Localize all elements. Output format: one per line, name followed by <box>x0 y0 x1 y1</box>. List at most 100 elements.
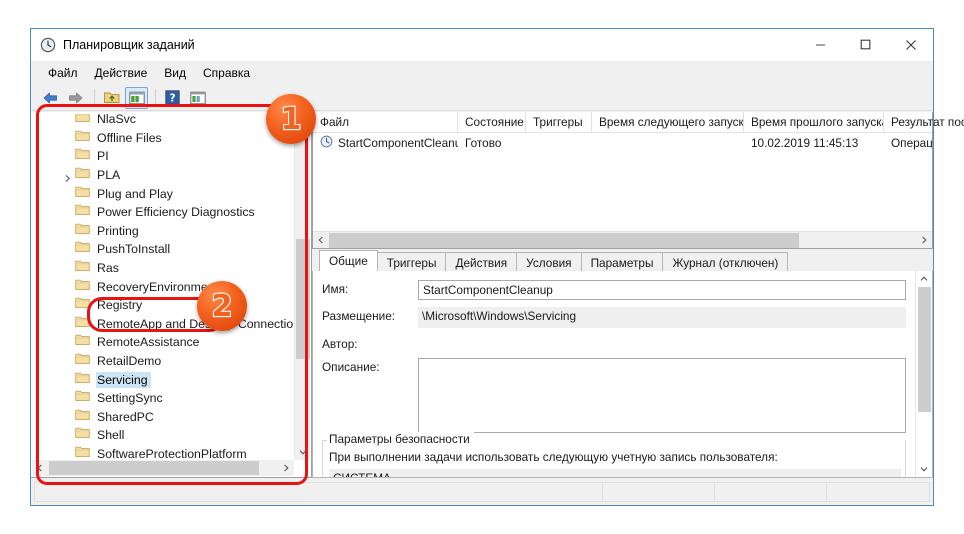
tree-node[interactable]: Shell <box>33 426 294 445</box>
column-header[interactable]: Файл <box>313 112 458 132</box>
help-icon[interactable]: ? <box>161 87 184 109</box>
name-label: Имя: <box>322 282 349 296</box>
tree-node-label: Power Efficiency Diagnostics <box>97 205 255 220</box>
column-header[interactable]: Триггеры <box>526 112 592 132</box>
tree-scroll-down-icon[interactable] <box>295 444 311 460</box>
column-header[interactable]: Время прошлого запуска <box>744 112 884 132</box>
tree-node[interactable]: Plug and Play <box>33 184 294 203</box>
description-row: Описание: <box>322 358 915 433</box>
folder-icon <box>75 240 90 258</box>
tree-node-label: Shell <box>97 428 125 443</box>
menu-item-view[interactable]: Вид <box>156 63 195 83</box>
tree-node[interactable]: RemoteApp and Desktop Connections <box>33 315 294 334</box>
tree-hscrollbar-thumb[interactable] <box>49 461 259 475</box>
tree-scroll-left-icon[interactable] <box>32 460 48 476</box>
tree-node[interactable]: PI <box>33 147 294 166</box>
tree-node[interactable]: RemoteAssistance <box>33 333 294 352</box>
window-title: Планировщик заданий <box>63 38 195 52</box>
clock-icon <box>40 37 56 53</box>
tree-node[interactable]: Printing <box>33 222 294 241</box>
tree-scroll-right-icon[interactable] <box>278 460 294 476</box>
status-segment-4 <box>826 482 930 502</box>
tree-vertical-scrollbar[interactable] <box>294 113 310 460</box>
folder-icon <box>75 129 90 147</box>
tree-node[interactable]: Servicing <box>33 370 294 389</box>
tab-2[interactable]: Действия <box>445 252 518 271</box>
tree-node[interactable]: PLA <box>33 166 294 185</box>
folder-icon <box>75 426 90 444</box>
task-detail-pane: Имя: StartComponentCleanup Размещение: \… <box>312 270 933 478</box>
detail-scrollbar-thumb[interactable] <box>917 287 931 412</box>
properties-icon[interactable] <box>186 87 209 109</box>
menu-bar: Файл Действие Вид Справка <box>31 61 933 85</box>
folder-icon <box>75 222 90 240</box>
folder-icon <box>75 166 90 184</box>
tree-node-label: PushToInstall <box>97 242 171 257</box>
tree-node[interactable]: SoftwareProtectionPlatform <box>33 445 294 460</box>
forward-arrow-icon[interactable] <box>64 87 87 109</box>
status-segment-3 <box>714 482 827 502</box>
task-list-pane: Файл Состояние Триггеры Время следующего за… <box>312 112 964 249</box>
up-folder-icon[interactable] <box>100 87 123 109</box>
tree-node-label: NlaSvc <box>97 114 136 127</box>
tree-node-label: Offline Files <box>97 130 162 145</box>
detail-scroll-down-icon[interactable] <box>916 461 932 477</box>
show-hide-tree-icon[interactable] <box>125 86 148 109</box>
tab-0[interactable]: Общие <box>319 250 378 271</box>
status-segment-1 <box>34 482 603 502</box>
tab-4[interactable]: Параметры <box>580 252 664 271</box>
folder-icon <box>75 114 90 128</box>
close-button[interactable] <box>888 29 933 60</box>
detail-scroll-up-icon[interactable] <box>916 271 932 287</box>
tree-node[interactable]: SharedPC <box>33 408 294 427</box>
tree-node[interactable]: PushToInstall <box>33 240 294 259</box>
task-list-horizontal-scrollbar[interactable] <box>313 231 932 248</box>
tree-node[interactable]: NlaSvc <box>33 114 294 129</box>
description-field[interactable] <box>418 358 906 433</box>
console-tree[interactable]: NlaSvc Offline Files PI PLA Plug and Play Pow… <box>33 114 294 460</box>
menu-item-file[interactable]: Файл <box>40 63 87 83</box>
toolbar: ? <box>31 85 933 111</box>
toolbar-separator-2 <box>155 88 156 107</box>
maximize-button[interactable] <box>843 29 888 60</box>
list-scroll-right-icon[interactable] <box>916 232 932 248</box>
location-row: Размещение: \Microsoft\Windows\Servicing <box>322 307 915 328</box>
detail-tabs: Общие Триггеры Действия Условия Параметры Жур… <box>312 249 933 271</box>
tab-5[interactable]: Журнал (отключен) <box>662 252 789 271</box>
task-name: StartComponentCleanup <box>338 136 458 150</box>
menu-item-help[interactable]: Справка <box>195 63 259 83</box>
tree-node-label: Printing <box>97 223 139 238</box>
tab-1[interactable]: Триггеры <box>376 252 447 271</box>
back-arrow-icon[interactable] <box>39 87 62 109</box>
name-row: Имя: StartComponentCleanup <box>322 280 915 300</box>
tree-node-label: Plug and Play <box>97 186 173 201</box>
chevron-right-icon[interactable] <box>63 170 73 183</box>
table-cell: StartComponentCleanup <box>313 135 458 151</box>
tree-node[interactable]: Ras <box>33 259 294 278</box>
name-field[interactable]: StartComponentCleanup <box>418 280 906 300</box>
tree-scrollbar-thumb[interactable] <box>296 239 310 359</box>
column-header[interactable]: Результат последнего запуска <box>884 112 964 132</box>
tree-node[interactable]: Power Efficiency Diagnostics <box>33 203 294 222</box>
list-scroll-left-icon[interactable] <box>313 232 329 248</box>
tree-node[interactable]: RecoveryEnvironment <box>33 277 294 296</box>
tree-horizontal-scrollbar[interactable] <box>32 460 294 476</box>
clock-icon <box>320 135 338 151</box>
tree-node[interactable]: Registry <box>33 296 294 315</box>
detail-vertical-scrollbar[interactable] <box>915 271 932 477</box>
folder-icon <box>75 315 90 333</box>
menu-item-action[interactable]: Действие <box>87 63 157 83</box>
table-cell: Готово <box>465 136 502 150</box>
tab-3[interactable]: Условия <box>516 252 582 271</box>
list-hscrollbar-thumb[interactable] <box>329 232 799 248</box>
tree-node[interactable]: Offline Files <box>33 129 294 148</box>
tree-node[interactable]: RetailDemo <box>33 352 294 371</box>
minimize-button[interactable] <box>798 29 843 60</box>
right-pane: Файл Состояние Триггеры Время следующего за… <box>312 112 964 478</box>
folder-icon <box>75 408 90 426</box>
table-row[interactable]: StartComponentCleanup Готово 10.02.2019 11… <box>313 133 932 153</box>
column-header[interactable]: Состояние <box>458 112 526 132</box>
column-header[interactable]: Время следующего запуска <box>592 112 744 132</box>
task-list-rows[interactable]: StartComponentCleanup Готово 10.02.2019 11… <box>313 133 932 231</box>
tree-node[interactable]: SettingSync <box>33 389 294 408</box>
